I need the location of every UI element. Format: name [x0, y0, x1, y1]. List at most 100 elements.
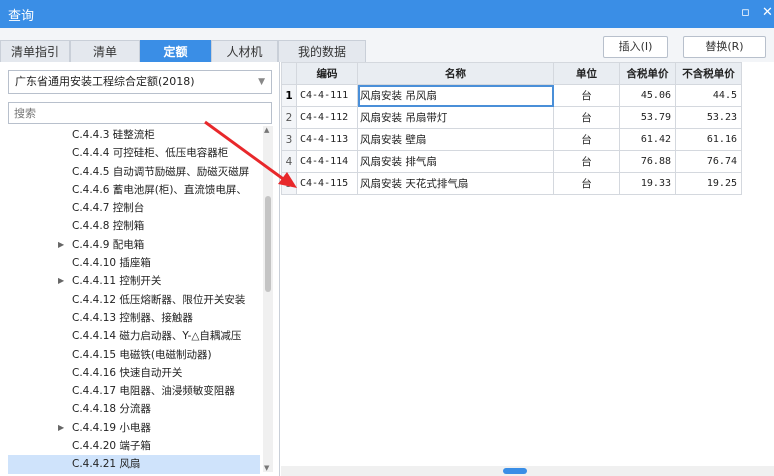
tree-node-label: C.4.4.21 风扇 [72, 458, 141, 471]
cell-name[interactable]: 风扇安装 吊风扇 [357, 84, 554, 107]
cell-unit[interactable]: 台 [553, 172, 620, 195]
tree-node[interactable]: C.4.4.14 磁力启动器、Y-△自耦减压 [8, 327, 260, 345]
cell-unit[interactable]: 台 [553, 84, 620, 107]
tree-node-label: C.4.4.10 插座箱 [72, 257, 151, 270]
grid-scrollbar-thumb[interactable] [503, 468, 527, 474]
table-row[interactable]: 3 C4-4-113 风扇安装 壁扇台 61.42 61.16 [281, 128, 742, 151]
expand-arrow-icon[interactable]: ▶ [58, 236, 64, 254]
cell-tax-price[interactable]: 61.42 [619, 128, 676, 151]
column-header-unit[interactable]: 单位 [553, 62, 620, 85]
cell-name[interactable]: 风扇安装 排气扇 [357, 150, 554, 173]
cell-code[interactable]: C4-4-111 [296, 84, 358, 107]
tree-node[interactable]: C.4.4.16 快速自动开关 [8, 364, 260, 382]
cell-tax-price[interactable]: 53.79 [619, 106, 676, 129]
tree-scrollbar-thumb[interactable] [265, 196, 271, 292]
table-row[interactable]: 1 C4-4-111 风扇安装 吊风扇台 45.06 44.5 [281, 84, 742, 107]
cell-notax-price[interactable]: 19.25 [675, 172, 742, 195]
scroll-up-icon[interactable]: ▲ [264, 126, 269, 134]
expand-arrow-icon[interactable]: ▶ [58, 419, 64, 437]
row-index[interactable]: 5 [281, 172, 297, 195]
tree-node-label: C.4.4.8 控制箱 [72, 220, 145, 233]
insert-button[interactable]: 插入(I) [603, 36, 668, 58]
tree-node-label: C.4.4.9 配电箱 [72, 238, 145, 251]
cell-unit[interactable]: 台 [553, 150, 620, 173]
tab-labor-material-machine[interactable]: 人材机 [211, 40, 278, 62]
tree-node[interactable]: C.4.4.6 蓄电池屏(柜)、直流馈电屏、 [8, 181, 260, 199]
tree-node-label: C.4.4.14 磁力启动器、Y-△自耦减压 [72, 330, 242, 343]
tree-node-label: C.4.4.18 分流器 [72, 403, 151, 416]
tree-node[interactable]: C.4.4.4 可控硅柜、低压电容器柜 [8, 144, 260, 162]
tree-node[interactable]: ▶ C.4.4.19 小电器 [8, 419, 260, 437]
tab-quota[interactable]: 定额 [140, 40, 211, 62]
search-input[interactable] [8, 102, 272, 124]
tree-node-label: C.4.4.6 蓄电池屏(柜)、直流馈电屏、 [72, 183, 247, 196]
library-select[interactable]: 广东省通用安装工程综合定额(2018) ▼ [8, 70, 272, 94]
cell-tax-price[interactable]: 45.06 [619, 84, 676, 107]
cell-code[interactable]: C4-4-114 [296, 150, 358, 173]
tab-strip: 清单指引 清单 定额 人材机 我的数据 [0, 40, 366, 62]
cell-code[interactable]: C4-4-112 [296, 106, 358, 129]
grid-corner [281, 62, 297, 85]
table-row[interactable]: 4 C4-4-114 风扇安装 排气扇台 76.88 76.74 [281, 150, 742, 173]
tree-node[interactable]: C.4.4.7 控制台 [8, 199, 260, 217]
tab-bill-guide[interactable]: 清单指引 [0, 40, 70, 62]
quota-grid: 编码 名称 单位 含税单价 不含税单价 1 C4-4-111 风扇安装 吊风扇台 45… [281, 62, 742, 195]
tree-scrollbar[interactable]: ▲ ▼ [263, 126, 273, 472]
cell-unit[interactable]: 台 [553, 128, 620, 151]
window-title: 查询 [8, 8, 35, 24]
cell-notax-price[interactable]: 76.74 [675, 150, 742, 173]
tree-node[interactable]: C.4.4.12 低压熔断器、限位开关安装 [8, 291, 260, 309]
tab-my-data[interactable]: 我的数据 [278, 40, 366, 62]
cell-code[interactable]: C4-4-115 [296, 172, 358, 195]
tree-node[interactable]: ▶ C.4.4.11 控制开关 [8, 272, 260, 290]
tree-node-label: C.4.4.20 端子箱 [72, 440, 151, 453]
tree-node[interactable]: C.4.4.15 电磁铁(电磁制动器) [8, 346, 260, 364]
cell-notax-price[interactable]: 44.5 [675, 84, 742, 107]
tree-node-label: C.4.4.11 控制开关 [72, 275, 162, 288]
cell-notax-price[interactable]: 61.16 [675, 128, 742, 151]
tree-node[interactable]: C.4.4.8 控制箱 [8, 217, 260, 235]
tree-node[interactable]: C.4.4.13 控制器、接触器 [8, 309, 260, 327]
cell-tax-price[interactable]: 76.88 [619, 150, 676, 173]
cell-name[interactable]: 风扇安装 壁扇 [357, 128, 554, 151]
scroll-down-icon[interactable]: ▼ [264, 464, 269, 472]
column-header-tax-price[interactable]: 含税单价 [619, 62, 676, 85]
tree-node[interactable]: C.4.4.21 风扇 [8, 455, 260, 474]
tree-node[interactable]: C.4.4.10 插座箱 [8, 254, 260, 272]
close-icon[interactable]: ✕ [762, 5, 773, 20]
cell-code[interactable]: C4-4-113 [296, 128, 358, 151]
row-index[interactable]: 1 [281, 84, 297, 107]
cell-name[interactable]: 风扇安装 天花式排气扇 [357, 172, 554, 195]
tree-node-label: C.4.4.5 自动调节励磁屏、励磁灭磁屏 [72, 165, 250, 178]
replace-button[interactable]: 替换(R) [683, 36, 766, 58]
table-row[interactable]: 2 C4-4-112 风扇安装 吊扇带灯台 53.79 53.23 [281, 106, 742, 129]
tree-node-label: C.4.4.12 低压熔断器、限位开关安装 [72, 293, 246, 306]
column-header-code[interactable]: 编码 [296, 62, 358, 85]
restore-icon[interactable]: ▫ [741, 5, 750, 20]
tree-node[interactable]: C.4.4.17 电阻器、油浸频敏变阻器 [8, 382, 260, 400]
row-index[interactable]: 2 [281, 106, 297, 129]
cell-notax-price[interactable]: 53.23 [675, 106, 742, 129]
tree-node-label: C.4.4.7 控制台 [72, 202, 145, 215]
row-index[interactable]: 3 [281, 128, 297, 151]
left-panel: 广东省通用安装工程综合定额(2018) ▼ C.4.4.3 硅整流柜 C.4.4.… [0, 62, 280, 476]
table-row[interactable]: 5 C4-4-115 风扇安装 天花式排气扇台 19.33 19.25 [281, 172, 742, 195]
row-index[interactable]: 4 [281, 150, 297, 173]
chevron-down-icon[interactable]: ▼ [258, 71, 265, 93]
cell-tax-price[interactable]: 19.33 [619, 172, 676, 195]
expand-arrow-icon[interactable]: ▶ [58, 272, 64, 290]
cell-unit[interactable]: 台 [553, 106, 620, 129]
tree-node-label: C.4.4.4 可控硅柜、低压电容器柜 [72, 147, 229, 160]
right-panel: 编码 名称 单位 含税单价 不含税单价 1 C4-4-111 风扇安装 吊风扇台 45… [281, 62, 774, 476]
column-header-notax-price[interactable]: 不含税单价 [675, 62, 742, 85]
cell-name[interactable]: 风扇安装 吊扇带灯 [357, 106, 554, 129]
grid-horizontal-scrollbar[interactable] [281, 466, 774, 476]
tree-node[interactable]: C.4.4.5 自动调节励磁屏、励磁灭磁屏 [8, 163, 260, 181]
column-header-name[interactable]: 名称 [357, 62, 554, 85]
tree-node[interactable]: C.4.4.20 端子箱 [8, 437, 260, 455]
tree-node[interactable]: ▶ C.4.4.9 配电箱 [8, 236, 260, 254]
tab-bill[interactable]: 清单 [70, 40, 140, 62]
tree-node-label: C.4.4.19 小电器 [72, 421, 151, 434]
tree-node[interactable]: C.4.4.3 硅整流柜 [8, 126, 260, 144]
tree-node[interactable]: C.4.4.18 分流器 [8, 400, 260, 418]
